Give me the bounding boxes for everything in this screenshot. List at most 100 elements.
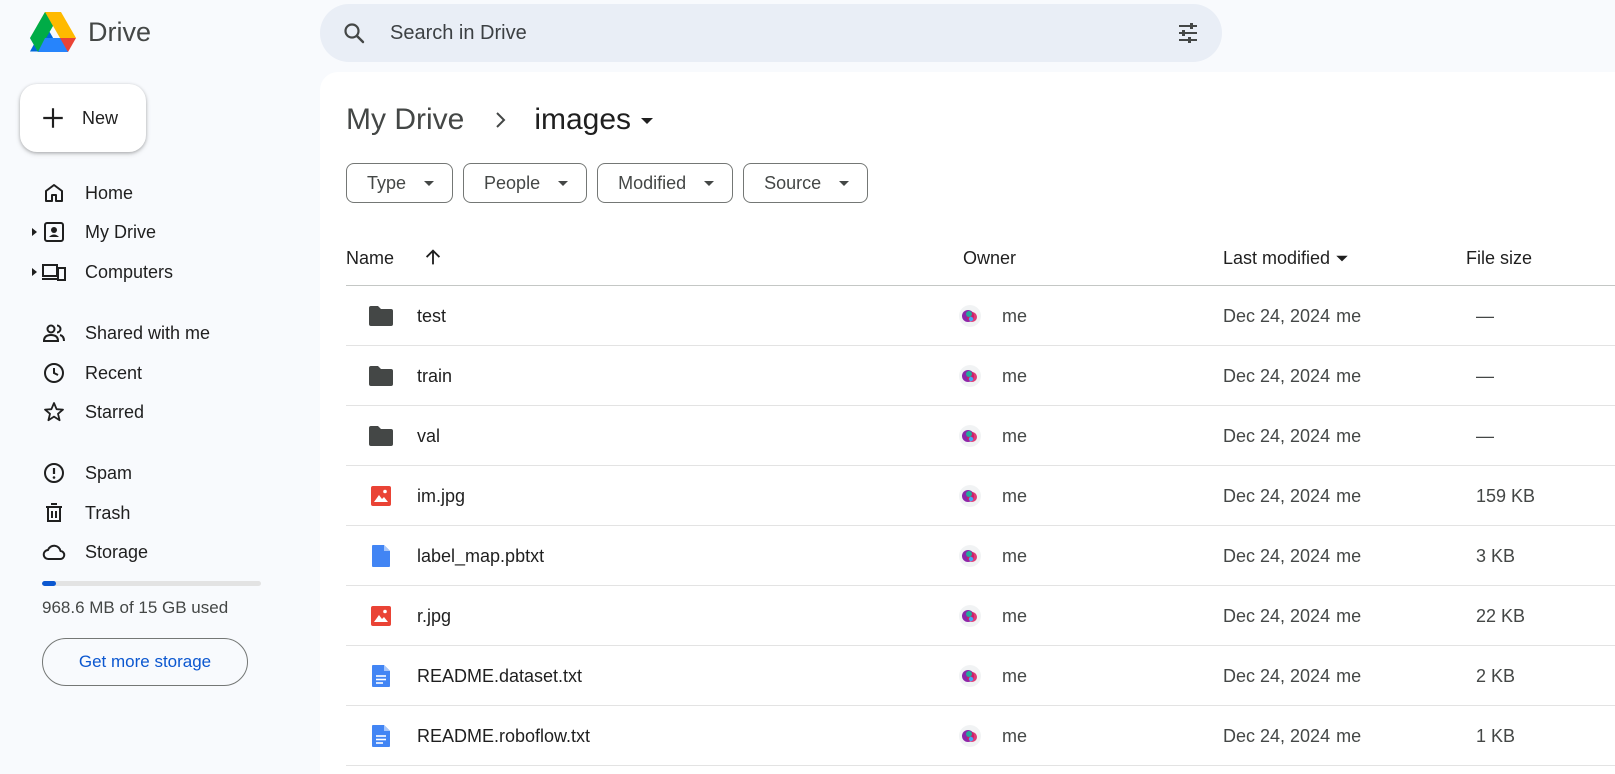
modified-date: Dec 24, 2024 bbox=[1223, 605, 1331, 626]
file-size: 22 KB bbox=[1476, 605, 1526, 626]
breadcrumb-root[interactable]: My Drive bbox=[346, 103, 464, 137]
cloud-icon bbox=[42, 544, 66, 560]
table-header: Name Owner Last modified File size bbox=[346, 230, 1615, 286]
blank-file-icon bbox=[366, 526, 396, 586]
owner-name: me bbox=[1002, 665, 1028, 686]
filter-chip-label: Type bbox=[367, 172, 407, 193]
file-name[interactable]: im.jpg bbox=[417, 466, 465, 526]
dropdown-arrow-icon bbox=[641, 118, 654, 124]
column-header-name[interactable]: Name bbox=[346, 230, 444, 286]
file-size: — bbox=[1476, 305, 1494, 326]
breadcrumb: My Drive images bbox=[346, 100, 657, 140]
filter-chips: Type People Modified Source bbox=[346, 163, 869, 203]
sidebar-item-spam[interactable]: Spam bbox=[30, 455, 290, 491]
sidebar-item-my-drive[interactable]: My Drive bbox=[30, 214, 290, 250]
sidebar-item-label: Starred bbox=[85, 401, 145, 422]
search-bar[interactable]: Search in Drive bbox=[320, 4, 1222, 62]
image-file-icon bbox=[366, 586, 396, 646]
sidebar-item-recent[interactable]: Recent bbox=[30, 355, 290, 391]
file-name[interactable]: test bbox=[417, 286, 446, 346]
owner-name: me bbox=[1002, 305, 1028, 326]
modified-by: me bbox=[1336, 365, 1362, 386]
column-header-owner[interactable]: Owner bbox=[963, 230, 1016, 286]
file-name[interactable]: r.jpg bbox=[417, 586, 451, 646]
get-more-storage-button[interactable]: Get more storage bbox=[42, 638, 248, 686]
last-modified: Dec 24, 2024 me bbox=[1223, 346, 1361, 406]
sidebar-item-starred[interactable]: Starred bbox=[30, 394, 290, 430]
owner-name: me bbox=[1002, 365, 1028, 386]
file-size: 1 KB bbox=[1476, 725, 1516, 746]
filter-chip-label: Source bbox=[764, 172, 822, 193]
sidebar-item-label: Shared with me bbox=[85, 322, 211, 343]
breadcrumb-current-label: images bbox=[534, 103, 632, 136]
owner-name: me bbox=[1002, 605, 1028, 626]
sort-ascending-arrow-icon[interactable] bbox=[422, 247, 444, 269]
column-header-last-modified[interactable]: Last modified bbox=[1223, 230, 1350, 286]
breadcrumb-current-folder[interactable]: images bbox=[534, 103, 657, 137]
filter-chip-type[interactable]: Type bbox=[346, 163, 454, 203]
column-owner-label: Owner bbox=[963, 247, 1017, 268]
sidebar-item-storage[interactable]: Storage bbox=[30, 534, 290, 570]
table-row[interactable]: im.jpg me Dec 24, 2024 me 159 KB bbox=[346, 466, 1615, 526]
modified-by: me bbox=[1336, 665, 1362, 686]
file-name[interactable]: label_map.pbtxt bbox=[417, 526, 544, 586]
last-modified: Dec 24, 2024 me bbox=[1223, 526, 1361, 586]
modified-by: me bbox=[1336, 305, 1362, 326]
expand-caret-icon[interactable] bbox=[30, 226, 40, 238]
sidebar-item-label: Home bbox=[85, 182, 134, 203]
table-row[interactable]: val me Dec 24, 2024 me — bbox=[346, 406, 1615, 466]
search-icon[interactable] bbox=[342, 21, 366, 45]
file-name[interactable]: val bbox=[417, 406, 440, 466]
storage-progress-bar bbox=[42, 581, 261, 586]
file-size: 2 KB bbox=[1476, 665, 1516, 686]
dropdown-arrow-icon bbox=[704, 181, 715, 186]
plus-icon bbox=[43, 108, 63, 128]
table-row[interactable]: label_map.pbtxt me Dec 24, 2024 me 3 KB bbox=[346, 526, 1615, 586]
table-row[interactable]: README.dataset.txt me Dec 24, 2024 me 2 KB bbox=[346, 646, 1615, 706]
storage-progress-fill bbox=[42, 581, 57, 586]
table-row[interactable]: train me Dec 24, 2024 me — bbox=[346, 346, 1615, 406]
column-header-file-size[interactable]: File size bbox=[1466, 230, 1532, 286]
file-size: 3 KB bbox=[1476, 545, 1516, 566]
last-modified: Dec 24, 2024 me bbox=[1223, 406, 1361, 466]
people-icon bbox=[42, 324, 65, 342]
table-row[interactable]: test me Dec 24, 2024 me — bbox=[346, 286, 1615, 346]
modified-date: Dec 24, 2024 bbox=[1223, 485, 1331, 506]
new-button-label: New bbox=[82, 107, 119, 128]
search-options-icon[interactable] bbox=[1176, 21, 1200, 45]
expand-caret-icon[interactable] bbox=[30, 266, 40, 278]
home-icon bbox=[45, 184, 63, 202]
text-doc-icon bbox=[366, 646, 396, 706]
sidebar-item-shared[interactable]: Shared with me bbox=[30, 315, 290, 351]
modified-date: Dec 24, 2024 bbox=[1223, 665, 1331, 686]
search-input[interactable]: Search in Drive bbox=[390, 22, 527, 45]
modified-date: Dec 24, 2024 bbox=[1223, 365, 1331, 386]
filter-chip-people[interactable]: People bbox=[463, 163, 588, 203]
filter-chip-modified[interactable]: Modified bbox=[597, 163, 734, 203]
file-name[interactable]: README.dataset.txt bbox=[417, 646, 582, 706]
modified-date: Dec 24, 2024 bbox=[1223, 305, 1331, 326]
sidebar-item-computers[interactable]: Computers bbox=[30, 254, 290, 290]
filter-chip-source[interactable]: Source bbox=[743, 163, 869, 203]
owner-avatar bbox=[958, 586, 982, 646]
sidebar-item-home[interactable]: Home bbox=[30, 175, 290, 211]
modified-by: me bbox=[1336, 605, 1362, 626]
storage-usage-text: 968.6 MB of 15 GB used bbox=[42, 598, 229, 617]
folder-icon bbox=[366, 346, 396, 406]
file-name[interactable]: README.roboflow.txt bbox=[417, 706, 590, 766]
owner-avatar bbox=[958, 406, 982, 466]
drive-logo[interactable]: Drive bbox=[30, 10, 151, 54]
sidebar-item-label: Spam bbox=[85, 462, 133, 483]
table-row[interactable]: r.jpg me Dec 24, 2024 me 22 KB bbox=[346, 586, 1615, 646]
modified-date: Dec 24, 2024 bbox=[1223, 425, 1331, 446]
new-button[interactable]: New bbox=[20, 84, 146, 152]
table-row[interactable]: README.roboflow.txt me Dec 24, 2024 me 1 KB bbox=[346, 706, 1615, 766]
file-name[interactable]: train bbox=[417, 346, 452, 406]
sidebar-item-label: My Drive bbox=[85, 221, 156, 242]
my-drive-icon bbox=[44, 222, 64, 242]
column-modified-label: Last modified bbox=[1223, 247, 1331, 268]
owner-avatar bbox=[958, 466, 982, 526]
modified-date: Dec 24, 2024 bbox=[1223, 725, 1331, 746]
sidebar-item-label: Recent bbox=[85, 362, 143, 383]
sidebar-item-trash[interactable]: Trash bbox=[30, 495, 290, 531]
